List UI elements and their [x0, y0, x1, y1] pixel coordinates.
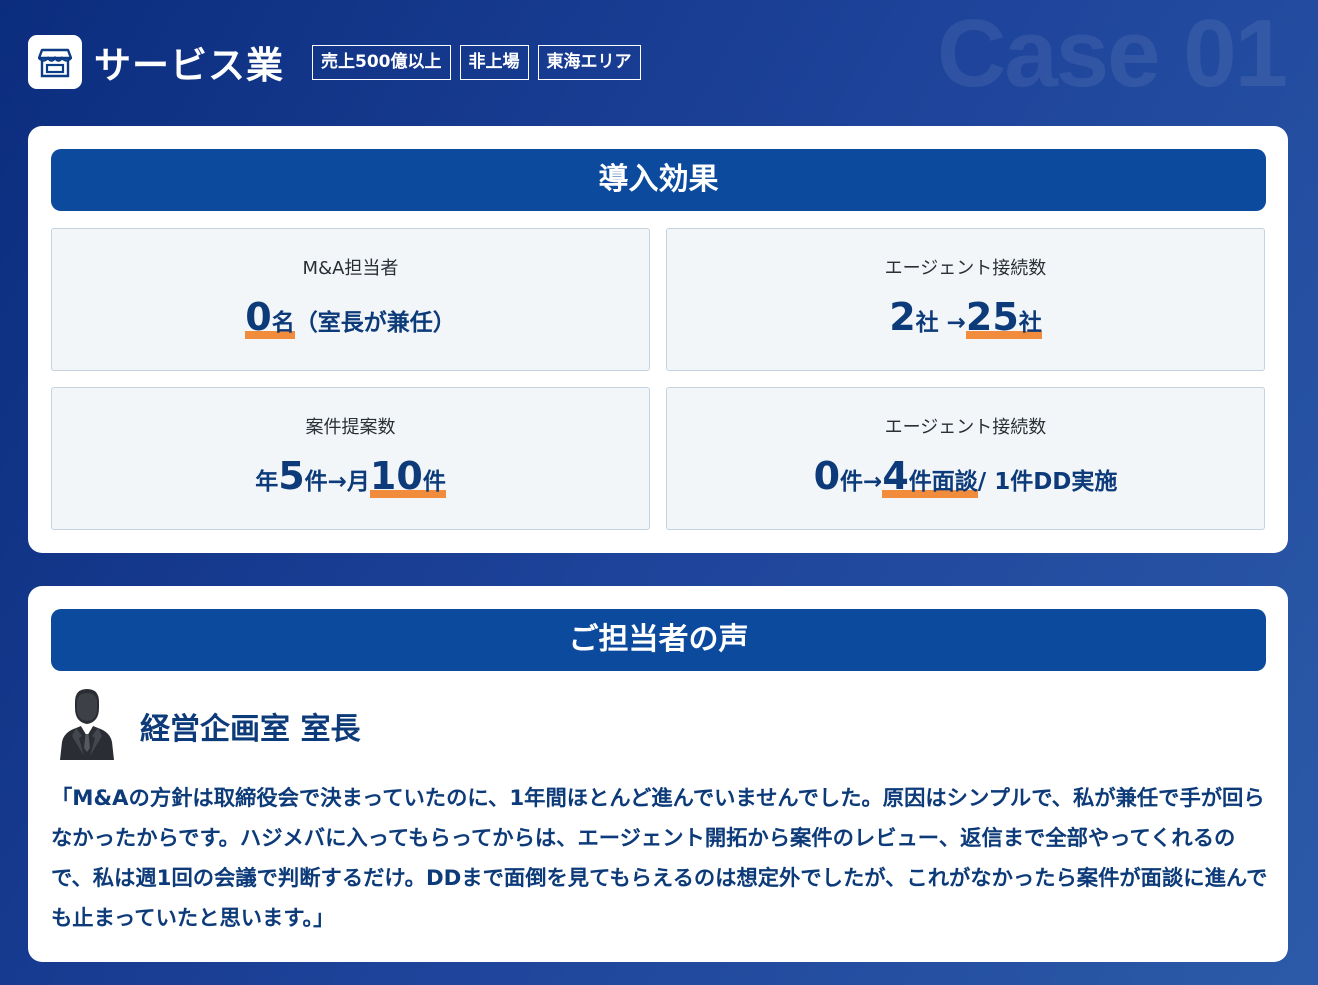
stat-value-part: 件 [422, 466, 446, 498]
stat-value-part: 件面談 [908, 466, 978, 498]
stat-value-part: （室長が兼任） [294, 310, 456, 336]
stat-label: エージェント接続数 [884, 417, 1047, 438]
stat-value: 年 5 件→月 10 件 [52, 452, 649, 498]
respondent-role: 経営企画室 室長 [140, 712, 361, 747]
tag-listing: 非上場 [459, 44, 529, 80]
stat-value: 0 名（室長が兼任） [52, 293, 649, 339]
stat-value-part: 社 → [915, 310, 966, 336]
stat-value-part: 0 [813, 454, 841, 498]
businessman-icon [58, 686, 116, 760]
stat-box: エージェント接続数 0 件→ 4 件面談 / 1件DD実施 [666, 387, 1265, 530]
stat-label: 案件提案数 [305, 417, 396, 438]
tag-area: 東海エリア [537, 44, 641, 80]
page-header: サービス業 売上500億以上 非上場 東海エリア [28, 35, 641, 89]
stat-value-part: 10 [369, 454, 423, 498]
tag-list: 売上500億以上 非上場 東海エリア [312, 44, 641, 80]
effects-heading: 導入効果 [51, 149, 1266, 211]
stat-value-part: 件→ [840, 469, 883, 495]
stat-value-part: 2 [889, 295, 916, 339]
stat-value-part: / 1件DD実施 [977, 469, 1118, 495]
stat-value-part: 25 [965, 295, 1019, 339]
case-watermark: Case 01 [937, 0, 1288, 107]
storefront-icon [28, 35, 82, 89]
stat-value-part: 4 [882, 454, 909, 498]
industry-title: サービス業 [94, 44, 284, 87]
stat-value: 2社 → 25 社 [667, 293, 1264, 339]
testimonial-quote: 「M&Aの方針は取締役会で決まっていたのに、1年間ほとんど進んでいませんでした。… [51, 786, 1268, 931]
stat-value-part: 社 [1018, 307, 1042, 339]
stat-value-part: 5 [278, 454, 305, 498]
stat-label: M&A担当者 [302, 258, 399, 279]
effects-card: 導入効果 M&A担当者 0 名（室長が兼任） エージェント接続数 2社 → 25 社 … [28, 126, 1288, 553]
stat-box: 案件提案数 年 5 件→月 10 件 [51, 387, 650, 530]
stat-label: エージェント接続数 [884, 258, 1047, 279]
voice-card: ご担当者の声 経営企画室 室長 「M&Aの方針は取締役会で決まっていたのに、1年… [28, 586, 1288, 962]
voice-heading: ご担当者の声 [51, 609, 1266, 671]
stat-value-part: 名 [271, 307, 295, 339]
stat-value: 0 件→ 4 件面談 / 1件DD実施 [667, 452, 1264, 498]
tag-revenue: 売上500億以上 [312, 44, 451, 80]
stat-value-part: 年 [255, 469, 279, 495]
stat-box: M&A担当者 0 名（室長が兼任） [51, 228, 650, 371]
stat-box: エージェント接続数 2社 → 25 社 [666, 228, 1265, 371]
stat-value-part: 0 [245, 295, 272, 339]
stat-value-part: 件→月 [304, 469, 370, 495]
